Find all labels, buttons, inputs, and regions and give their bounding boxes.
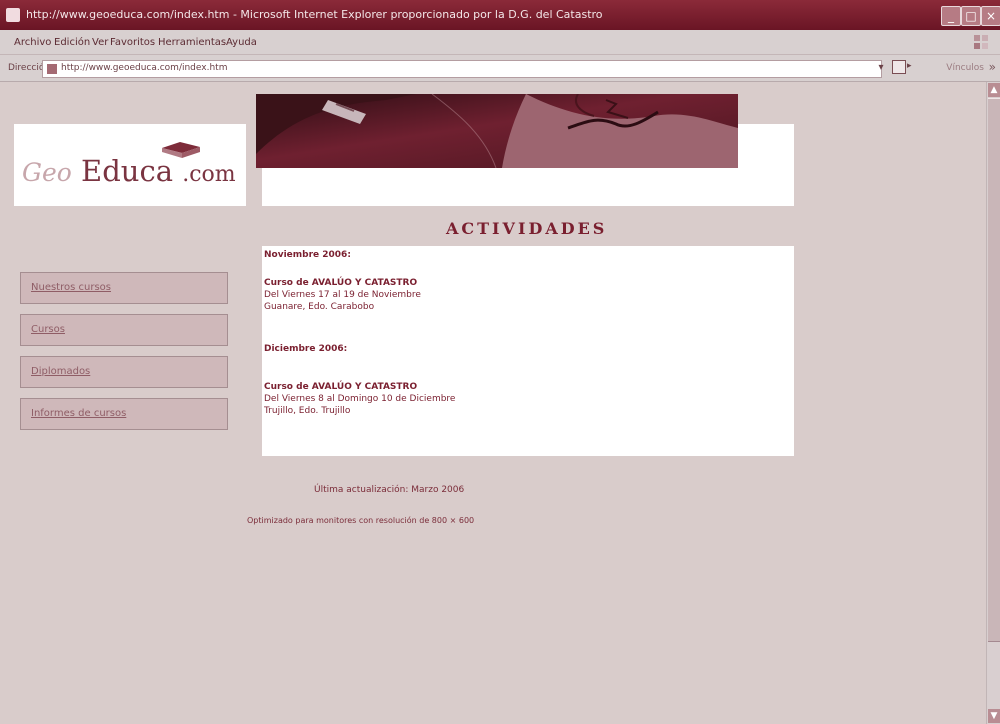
section-title-actividades: ACTIVIDADES: [446, 219, 608, 238]
activities-panel: Noviembre 2006: Curso de AVALÚO Y CATAST…: [262, 246, 794, 456]
nav-label-informes[interactable]: Informes de cursos: [31, 408, 126, 419]
address-url: http://www.geoeduca.com/index.htm: [61, 63, 228, 73]
scroll-up-arrow-icon[interactable]: ▲: [988, 83, 1000, 97]
menu-bar: Archivo Edición Ver Favoritos Herramient…: [0, 30, 1000, 55]
address-bar: Dirección http://www.geoeduca.com/index.…: [0, 55, 1000, 82]
logo-com: .com: [182, 162, 236, 187]
page-icon: [47, 64, 57, 74]
windows-flag-icon: [974, 35, 988, 49]
page-content: Geo Educa .com ACTIVIDADES Nuestros curs…: [0, 82, 986, 724]
address-field[interactable]: http://www.geoeduca.com/index.htm: [42, 60, 882, 78]
sidebar-nav: Nuestros cursos Cursos Diplomados Inform…: [16, 262, 238, 442]
nav-label-cursos[interactable]: Cursos: [31, 324, 65, 335]
nav-label-diplomados[interactable]: Diplomados: [31, 366, 90, 377]
menu-favoritos[interactable]: Favoritos: [110, 37, 155, 48]
menu-edicion[interactable]: Edición: [54, 37, 90, 48]
footer-resolution-note: Optimizado para monitores con resolución…: [247, 516, 475, 525]
window-titlebar: http://www.geoeduca.com/index.htm - Micr…: [0, 0, 1000, 30]
close-button[interactable]: ×: [981, 6, 1000, 26]
links-label[interactable]: Vínculos: [946, 63, 984, 73]
ie-icon: [6, 8, 20, 22]
maximize-button[interactable]: □: [961, 6, 981, 26]
course-1-date: Del Viernes 17 al 19 de Noviembre: [264, 290, 421, 300]
course-2-title: Curso de AVALÚO Y CATASTRO: [264, 382, 418, 392]
nav-cursos[interactable]: Cursos: [20, 314, 228, 346]
menu-ver[interactable]: Ver: [92, 37, 108, 48]
nav-nuestros-cursos[interactable]: Nuestros cursos: [20, 272, 228, 304]
menu-archivo[interactable]: Archivo: [14, 37, 51, 48]
scroll-thumb[interactable]: [988, 98, 1000, 642]
month-diciembre: Diciembre 2006:: [264, 344, 348, 354]
course-1-title: Curso de AVALÚO Y CATASTRO: [264, 278, 418, 288]
menu-ayuda[interactable]: Ayuda: [226, 37, 257, 48]
course-1-place: Guanare, Edo. Carabobo: [264, 302, 375, 312]
links-chevron-icon[interactable]: »: [989, 60, 996, 74]
nav-label-nuestros-cursos[interactable]: Nuestros cursos: [31, 282, 111, 293]
menu-herramientas[interactable]: Herramientas: [158, 37, 226, 48]
footer-last-update: Última actualización: Marzo 2006: [314, 485, 465, 495]
logo-educa: Educa: [81, 154, 173, 188]
nav-informes-de-cursos[interactable]: Informes de cursos: [20, 398, 228, 430]
address-dropdown-icon[interactable]: ▾: [876, 61, 886, 75]
course-2-date: Del Viernes 8 al Domingo 10 de Diciembre: [264, 394, 456, 404]
nav-diplomados[interactable]: Diplomados: [20, 356, 228, 388]
course-2-place: Trujillo, Edo. Trujillo: [264, 406, 351, 416]
go-arrow-icon[interactable]: ▸: [907, 61, 912, 71]
window-title: http://www.geoeduca.com/index.htm - Micr…: [26, 8, 603, 21]
scroll-down-arrow-icon[interactable]: ▼: [988, 709, 1000, 723]
logo-geo: Geo: [22, 158, 72, 187]
satellite-banner: [256, 94, 738, 168]
vertical-scrollbar[interactable]: ▲ ▼: [986, 82, 1000, 724]
minimize-button[interactable]: _: [941, 6, 961, 26]
logo-panel: Geo Educa .com: [14, 124, 246, 206]
site-logo[interactable]: Geo Educa .com: [22, 154, 236, 188]
go-button[interactable]: [892, 60, 906, 74]
month-noviembre: Noviembre 2006:: [264, 250, 351, 260]
